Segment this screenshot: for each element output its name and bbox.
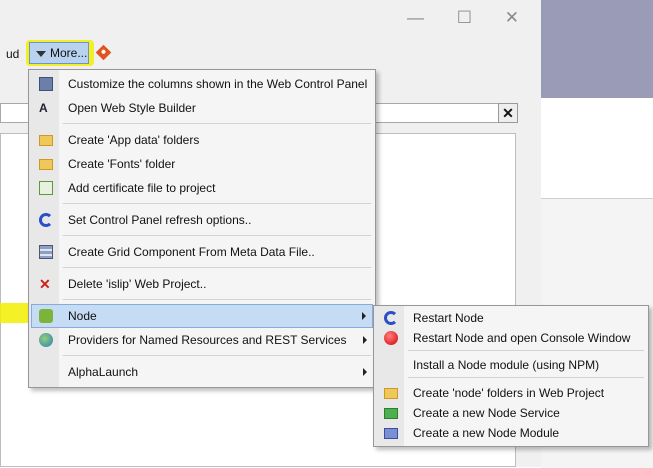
- menu-item-delete-project[interactable]: ✕ Delete 'islip' Web Project..: [31, 272, 373, 296]
- menu-item-label: Restart Node and open Console Window: [413, 331, 631, 345]
- maximize-button[interactable]: ☐: [457, 8, 486, 27]
- menu-divider: [63, 235, 371, 236]
- menu-item-label: Create 'node' folders in Web Project: [413, 386, 605, 400]
- submenu-arrow-icon: [363, 368, 367, 376]
- folder-icon: [384, 388, 398, 399]
- more-button[interactable]: More...: [29, 42, 89, 64]
- menu-item-label: Create a new Node Service: [413, 406, 560, 420]
- certificate-icon: [39, 181, 53, 195]
- menu-divider: [408, 350, 644, 351]
- folder-icon: [39, 135, 53, 146]
- red-circle-icon: [384, 331, 398, 345]
- menu-item-node[interactable]: Node: [31, 304, 373, 328]
- delete-icon: ✕: [39, 276, 51, 292]
- right-header-band: [541, 0, 653, 98]
- menu-divider: [63, 355, 371, 356]
- menu-item-label: Create Grid Component From Meta Data Fil…: [68, 245, 315, 259]
- menu-item-fonts-folder[interactable]: Create 'Fonts' folder: [31, 152, 373, 176]
- menu-item-style-builder[interactable]: A Open Web Style Builder: [31, 96, 373, 120]
- menu-divider: [63, 203, 371, 204]
- menu-item-label: Customize the columns shown in the Web C…: [68, 77, 368, 91]
- menu-item-label: Delete 'islip' Web Project..: [68, 277, 207, 291]
- blue-cube-icon: [384, 428, 398, 439]
- submenu-item-install-npm[interactable]: Install a Node module (using NPM): [376, 353, 646, 377]
- menu-item-label: Node: [68, 309, 97, 323]
- refresh-icon: [384, 311, 398, 325]
- folder-icon: [39, 159, 53, 170]
- menu-item-customize-columns[interactable]: Customize the columns shown in the Web C…: [31, 72, 373, 96]
- menu-item-label: Install a Node module (using NPM): [413, 358, 600, 372]
- menu-item-create-grid[interactable]: Create Grid Component From Meta Data Fil…: [31, 240, 373, 264]
- refresh-icon: [39, 213, 53, 227]
- submenu-item-restart-console[interactable]: Restart Node and open Console Window: [376, 326, 646, 350]
- menu-divider: [63, 299, 371, 300]
- menu-item-label: Create a new Node Module: [413, 426, 560, 440]
- menu-item-label: Set Control Panel refresh options..: [68, 213, 252, 227]
- close-button[interactable]: ✕: [505, 8, 533, 27]
- menu-item-app-data-folders[interactable]: Create 'App data' folders: [31, 128, 373, 152]
- submenu-arrow-icon: [362, 312, 366, 320]
- more-menu: Customize the columns shown in the Web C…: [28, 69, 376, 388]
- menu-item-label: Providers for Named Resources and REST S…: [68, 333, 347, 347]
- menu-item-label: Restart Node: [413, 311, 484, 325]
- columns-icon: [39, 77, 53, 91]
- menu-item-add-certificate[interactable]: Add certificate file to project: [31, 176, 373, 200]
- menu-item-refresh-options[interactable]: Set Control Panel refresh options..: [31, 208, 373, 232]
- menu-divider: [408, 377, 644, 378]
- search-clear-button[interactable]: ✕: [498, 103, 518, 123]
- menu-divider: [63, 267, 371, 268]
- submenu-arrow-icon: [363, 336, 367, 344]
- menu-item-label: Add certificate file to project: [68, 181, 216, 195]
- green-cube-icon: [384, 408, 398, 419]
- menu-item-providers[interactable]: Providers for Named Resources and REST S…: [31, 328, 373, 352]
- menu-item-label: Create 'Fonts' folder: [68, 157, 176, 171]
- node-icon: [39, 309, 53, 323]
- menu-item-label: Open Web Style Builder: [68, 101, 196, 115]
- minimize-button[interactable]: —: [407, 8, 438, 27]
- menu-divider: [63, 123, 371, 124]
- submenu-item-node-module[interactable]: Create a new Node Module: [376, 421, 646, 445]
- menu-item-label: Create 'App data' folders: [68, 133, 200, 147]
- style-builder-icon: A: [39, 101, 48, 115]
- grid-icon: [39, 245, 53, 259]
- menu-item-alphalaunch[interactable]: AlphaLaunch: [31, 360, 373, 384]
- toolbar-partial-label: ud: [6, 47, 20, 61]
- window-controls: — ☐ ✕: [407, 8, 533, 28]
- more-button-label: More...: [50, 46, 88, 60]
- node-submenu: Restart Node Restart Node and open Conso…: [373, 305, 649, 447]
- dropdown-arrow-icon: [36, 51, 46, 57]
- globe-icon: [39, 333, 53, 347]
- menu-item-label: AlphaLaunch: [68, 365, 139, 379]
